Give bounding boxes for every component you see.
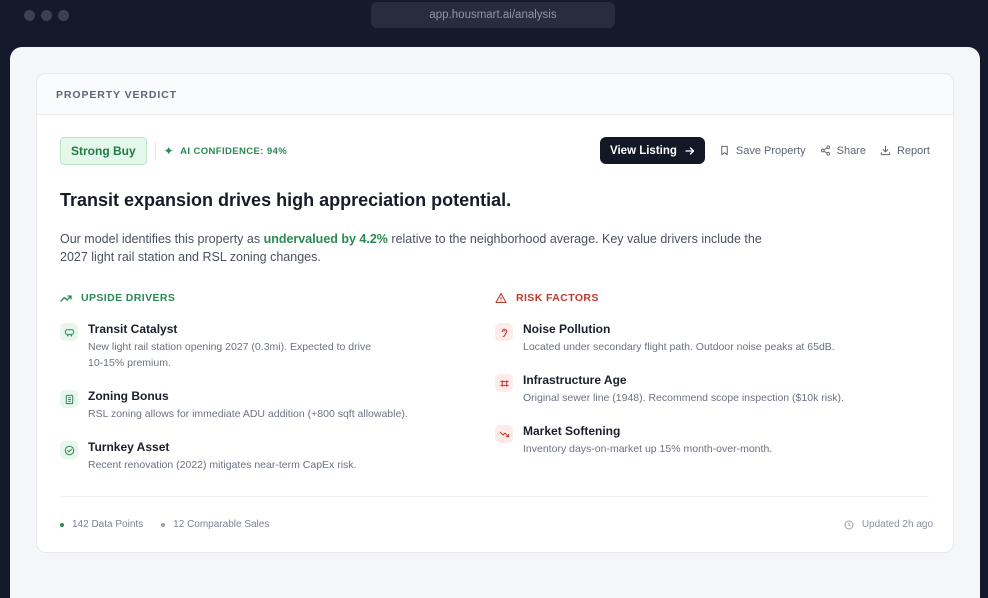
- trend-up-icon: [60, 295, 72, 302]
- app-window: PROPERTY VERDICT Strong Buy ✦ AI CONFIDE…: [10, 47, 980, 598]
- list-item: Noise Pollution Located under secondary …: [495, 322, 930, 355]
- report-button[interactable]: Report: [880, 145, 930, 157]
- verdict-badge: Strong Buy: [60, 137, 147, 165]
- upside-drivers-section: UPSIDE DRIVERS Transit Catalyst New ligh…: [60, 292, 495, 473]
- trend-down-icon: [495, 425, 513, 443]
- item-description: Inventory days-on-market up 15% month-ov…: [523, 443, 773, 455]
- arrow-right-icon: [685, 146, 695, 155]
- list-item: Transit Catalyst New light rail station …: [60, 322, 495, 371]
- comparables-meta: 12 Comparable Sales: [161, 519, 269, 530]
- view-listing-label: View Listing: [610, 144, 677, 157]
- window-maximize-dot[interactable]: [58, 10, 69, 21]
- confidence-indicator: ✦ AI CONFIDENCE: 94%: [164, 145, 287, 157]
- data-points-meta: 142 Data Points: [60, 519, 143, 530]
- action-bar: View Listing Save Property Share Report: [600, 137, 930, 164]
- sparkle-icon: ✦: [163, 144, 175, 158]
- verdict-headline: Transit expansion drives high appreciati…: [60, 190, 512, 210]
- verdict-card: PROPERTY VERDICT Strong Buy ✦ AI CONFIDE…: [36, 73, 954, 553]
- summary-text-before: Our model identifies this property as: [60, 232, 264, 246]
- item-description: RSL zoning allows for immediate ADU addi…: [88, 408, 408, 420]
- address-bar[interactable]: app.housmart.ai/analysis: [371, 2, 615, 28]
- train-icon: [60, 323, 78, 341]
- window-close-dot[interactable]: [24, 10, 35, 21]
- summary-highlight: undervalued by 4.2%: [263, 232, 388, 246]
- upside-drivers-heading: UPSIDE DRIVERS: [60, 292, 495, 304]
- window-controls: [24, 10, 69, 21]
- window-minimize-dot[interactable]: [41, 10, 52, 21]
- comparables-label: 12 Comparable Sales: [173, 519, 270, 530]
- save-property-button[interactable]: Save Property: [719, 145, 806, 157]
- share-label: Share: [836, 144, 866, 157]
- check-circle-icon: [60, 441, 78, 459]
- item-description: Recent renovation (2022) mitigates near-…: [88, 459, 357, 471]
- card-footer: 142 Data Points 12 Comparable Sales Upda…: [60, 496, 933, 552]
- item-title: Noise Pollution: [523, 322, 611, 336]
- item-title: Turnkey Asset: [88, 440, 170, 454]
- card-body: Strong Buy ✦ AI CONFIDENCE: 94% View Lis…: [37, 115, 953, 473]
- building-icon: [60, 390, 78, 408]
- browser-chrome: app.housmart.ai/analysis: [0, 0, 988, 46]
- view-listing-button[interactable]: View Listing: [600, 137, 705, 164]
- item-description: Original sewer line (1948). Recommend sc…: [523, 392, 844, 404]
- item-title: Market Softening: [523, 424, 621, 438]
- report-label: Report: [896, 144, 930, 157]
- status-dot: [60, 522, 64, 527]
- save-property-label: Save Property: [735, 144, 806, 157]
- share-icon: [820, 145, 830, 156]
- verdict-summary: Our model identifies this property as un…: [60, 230, 780, 266]
- data-points-label: 142 Data Points: [72, 519, 144, 530]
- list-item: Zoning Bonus RSL zoning allows for immed…: [60, 389, 495, 422]
- bookmark-icon: [721, 145, 728, 156]
- item-description-line-1: New light rail station opening 2027 (0.3…: [88, 341, 372, 353]
- ear-icon: [495, 323, 513, 341]
- updated-meta: Updated 2h ago: [844, 519, 933, 530]
- item-title: Zoning Bonus: [88, 389, 169, 403]
- divider: [154, 142, 156, 160]
- item-title: Infrastructure Age: [523, 373, 627, 387]
- upside-drivers-title: UPSIDE DRIVERS: [81, 292, 176, 304]
- status-dot: [161, 522, 166, 527]
- risk-factors-section: RISK FACTORS Noise Pollution Located und…: [495, 292, 930, 473]
- share-button[interactable]: Share: [820, 145, 866, 157]
- list-item: Infrastructure Age Original sewer line (…: [495, 373, 930, 406]
- item-title: Transit Catalyst: [88, 322, 178, 336]
- updated-label: Updated 2h ago: [861, 519, 933, 530]
- verdict-row: Strong Buy ✦ AI CONFIDENCE: 94% View Lis…: [60, 137, 930, 165]
- risk-factors-heading: RISK FACTORS: [495, 292, 930, 304]
- download-icon: [880, 145, 891, 156]
- clock-icon: [844, 520, 854, 529]
- warning-icon: [495, 292, 507, 304]
- pipe-icon: [495, 374, 513, 392]
- card-header: PROPERTY VERDICT: [37, 74, 953, 115]
- drivers-columns: UPSIDE DRIVERS Transit Catalyst New ligh…: [60, 292, 930, 473]
- item-description: Located under secondary flight path. Out…: [523, 341, 835, 353]
- confidence-label: AI CONFIDENCE: 94%: [180, 145, 288, 157]
- item-description-line-2: 10-15% premium.: [88, 357, 171, 369]
- risk-factors-title: RISK FACTORS: [516, 292, 599, 304]
- list-item: Market Softening Inventory days-on-marke…: [495, 424, 930, 457]
- item-description: New light rail station opening 2027 (0.3…: [88, 339, 371, 371]
- list-item: Turnkey Asset Recent renovation (2022) m…: [60, 440, 495, 473]
